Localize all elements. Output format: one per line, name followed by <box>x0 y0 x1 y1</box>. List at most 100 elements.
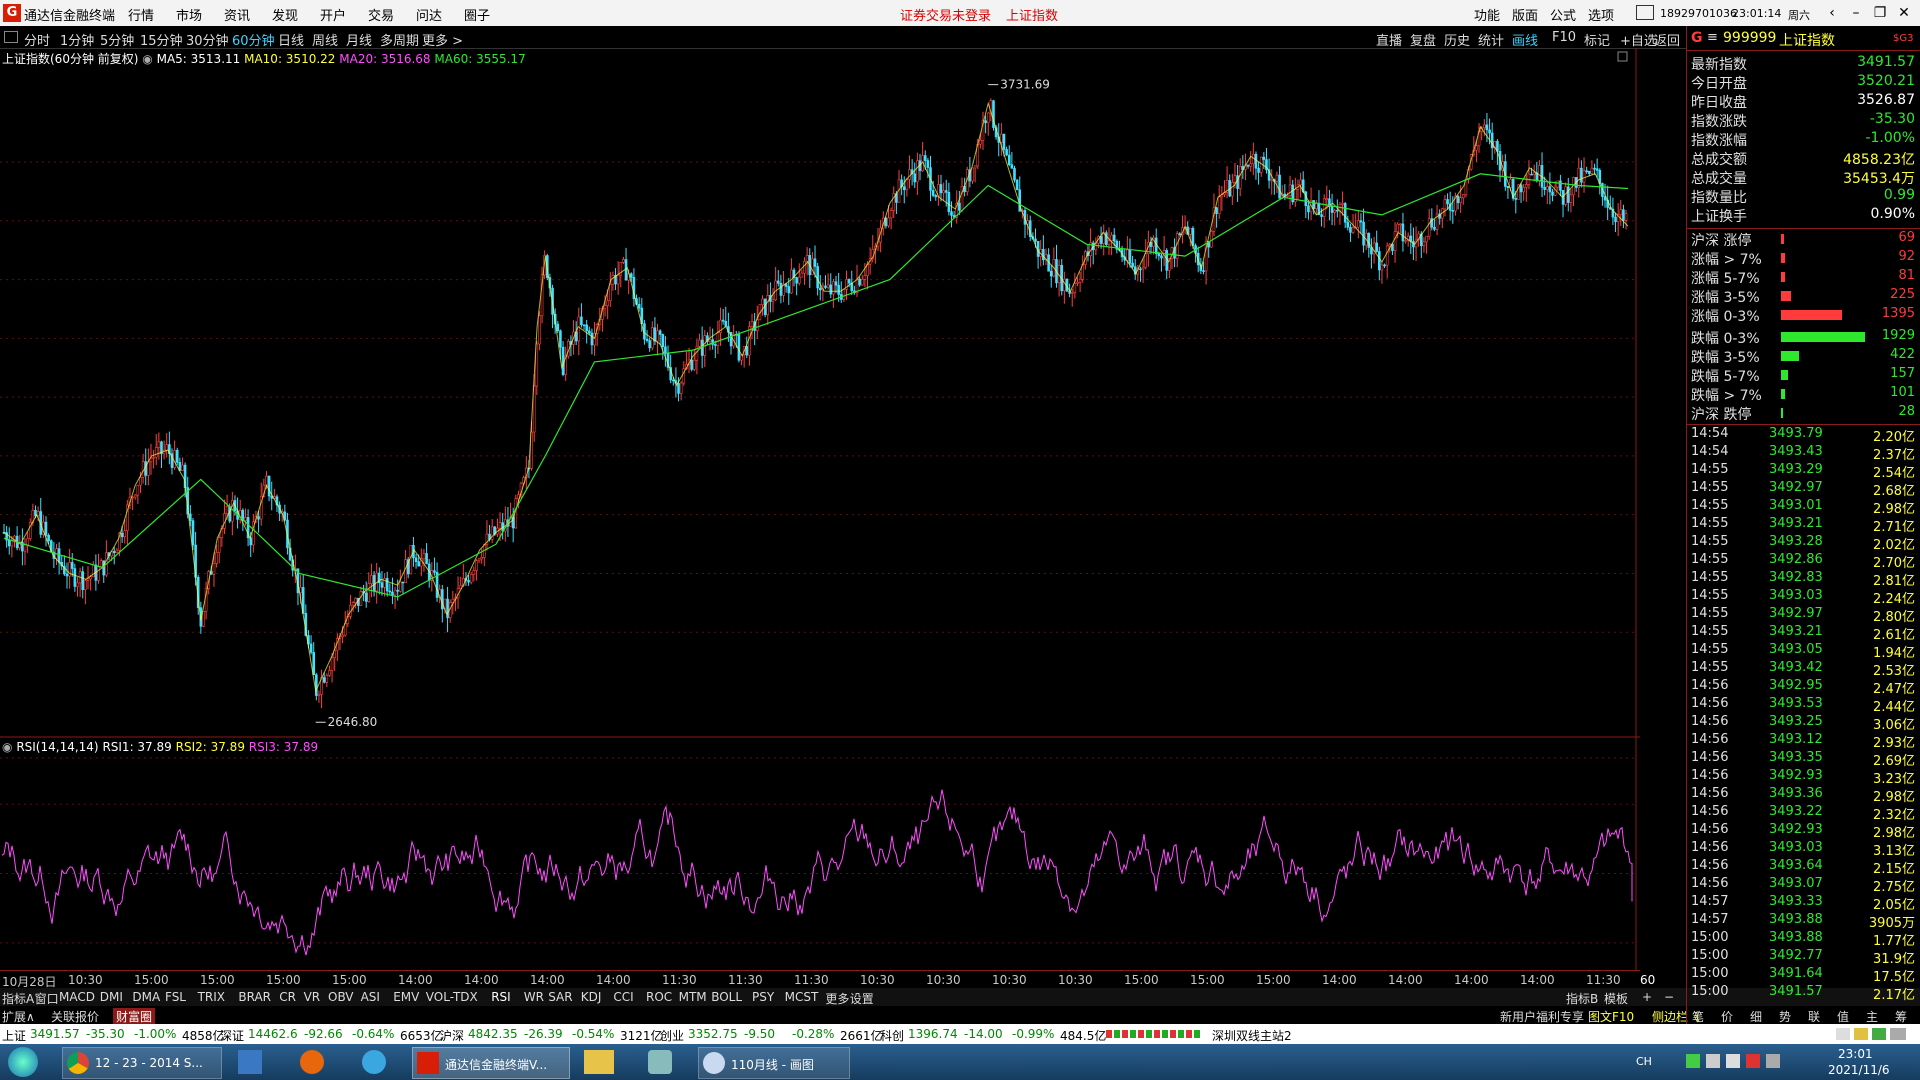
period-tab[interactable]: 30分钟 <box>186 30 229 49</box>
indicator-tab[interactable]: CR <box>279 990 296 1004</box>
toolbar-button[interactable]: 直播 <box>1376 30 1402 49</box>
menu-item[interactable]: 资讯 <box>224 5 250 24</box>
indicator-tab[interactable]: SAR <box>548 990 572 1004</box>
restore-icon[interactable]: ❐ <box>1870 4 1890 22</box>
indicator-right-button[interactable]: 模板 <box>1604 990 1628 1007</box>
toolbar-button[interactable]: +自选 <box>1620 30 1657 49</box>
indicator-tab[interactable]: KDJ <box>581 990 602 1004</box>
period-tab[interactable]: 60分钟 <box>232 30 275 49</box>
indicator-right-button[interactable]: − <box>1664 990 1674 1004</box>
right-menu-item[interactable]: 公式 <box>1550 5 1576 24</box>
folder-icon[interactable] <box>584 1050 614 1074</box>
eye-icon[interactable]: ◉ <box>142 52 152 66</box>
indicator-tab[interactable]: 设置 <box>850 990 874 1007</box>
indicator-tab[interactable]: BOLL <box>711 990 742 1004</box>
tray-date[interactable]: 2021/11/6 <box>1828 1063 1890 1077</box>
ext-tab[interactable]: 扩展∧ <box>2 1008 35 1025</box>
toolbar-button[interactable]: 统计 <box>1478 30 1504 49</box>
indicator-tab[interactable]: DMA <box>132 990 160 1004</box>
ticker-name[interactable]: 科创 <box>880 1027 904 1044</box>
indicator-tab[interactable]: EMV <box>393 990 419 1004</box>
menu-item[interactable]: 交易 <box>368 5 394 24</box>
ticker-name[interactable]: 上证 <box>2 1027 26 1044</box>
indicator-tab[interactable]: OBV <box>328 990 354 1004</box>
indicator-tab[interactable]: BRAR <box>238 990 271 1004</box>
minimize-icon[interactable]: – <box>1846 4 1866 22</box>
indicator-tab[interactable]: MCST <box>785 990 819 1004</box>
period-tab[interactable]: 多周期 <box>380 30 419 49</box>
app-pin-icon[interactable] <box>362 1050 386 1074</box>
indicator-tab[interactable]: ASI <box>361 990 380 1004</box>
indicator-tab[interactable]: PSY <box>752 990 774 1004</box>
indicator-tab[interactable]: CCI <box>613 990 633 1004</box>
toolbar-button[interactable]: F10 <box>1552 30 1576 45</box>
app-pin-icon-2[interactable] <box>648 1050 672 1074</box>
indicator-tab[interactable]: WR <box>524 990 544 1004</box>
rsi-chart[interactable]: 20.0050.0080.00100.00 <box>0 738 1640 970</box>
right-menu-item[interactable]: 选项 <box>1588 5 1614 24</box>
period-tab[interactable]: 1分钟 <box>60 30 94 49</box>
ext-right-link[interactable]: 图文F10 <box>1588 1008 1634 1025</box>
menu-item[interactable]: 发现 <box>272 5 298 24</box>
menu-item[interactable]: 圈子 <box>464 5 490 24</box>
ticker-name[interactable]: 创业 <box>660 1027 684 1044</box>
period-tab[interactable]: 分时 <box>24 30 50 49</box>
mail-icon[interactable] <box>1636 5 1654 20</box>
indicator-tab[interactable]: VR <box>304 990 321 1004</box>
tray-icons[interactable] <box>1686 1054 1806 1070</box>
eye-icon[interactable]: ◉ <box>2 740 12 754</box>
back-arrow-icon[interactable]: ‹ <box>1822 4 1842 22</box>
indicator-right-button[interactable]: 指标B <box>1566 990 1598 1007</box>
ime-indicator[interactable]: CH <box>1636 1055 1652 1068</box>
indicator-tab[interactable]: DMI <box>100 990 123 1004</box>
tray-time[interactable]: 23:01 <box>1838 1047 1873 1061</box>
explorer-pin-icon[interactable] <box>238 1050 262 1074</box>
indicator-tab[interactable]: RSI <box>491 990 511 1004</box>
taskbar-item-paint[interactable]: 110月线 - 画图 <box>698 1047 850 1079</box>
indicator-tab[interactable]: VOL-TDX <box>426 990 478 1004</box>
ext-tab[interactable]: 关联报价 <box>51 1008 99 1025</box>
indicator-right-button[interactable]: + <box>1642 990 1652 1004</box>
indicator-tab[interactable]: 更多 <box>825 990 849 1007</box>
toolbar-button[interactable]: 复盘 <box>1410 30 1436 49</box>
indicator-tab[interactable]: 指标A <box>2 990 34 1007</box>
right-menu-item[interactable]: 版面 <box>1512 5 1538 24</box>
server-station[interactable]: 深圳双线主站2 <box>1212 1027 1292 1044</box>
list-icon[interactable]: ≡ <box>1707 30 1718 45</box>
indicator-tab[interactable]: MACD <box>59 990 95 1004</box>
ticker-name[interactable]: 沪深 <box>440 1027 464 1044</box>
toolbar-button[interactable]: 标记 <box>1584 30 1610 49</box>
ext-tab[interactable]: 财富圈 <box>113 1008 156 1025</box>
indicator-tab[interactable]: TRIX <box>198 990 225 1004</box>
toolbar-button[interactable]: 历史 <box>1444 30 1470 49</box>
period-tab[interactable]: 日线 <box>278 30 304 49</box>
ext-right-link[interactable]: 新用户福利专享 <box>1500 1008 1584 1025</box>
toolbar-button[interactable]: 返回 <box>1654 30 1680 49</box>
candlestick-chart[interactable]: 2800290030003100320033003400350036003731… <box>0 48 1640 738</box>
menu-item[interactable]: 问达 <box>416 5 442 24</box>
indicator-tab[interactable]: ROC <box>646 990 672 1004</box>
taskbar-item-tdx[interactable]: 通达信金融终端V... <box>412 1047 570 1079</box>
taskbar-item-chrome[interactable]: 12 - 23 - 2014 S... <box>62 1047 222 1079</box>
close-icon[interactable]: ✕ <box>1894 4 1914 22</box>
period-tab[interactable]: 5分钟 <box>100 30 134 49</box>
panel-toggle-icon[interactable] <box>4 31 18 43</box>
period-tab[interactable]: 周线 <box>312 30 338 49</box>
menu-item[interactable]: 开户 <box>320 5 346 24</box>
expand-icon[interactable] <box>1617 51 1628 62</box>
period-tab[interactable]: 月线 <box>346 30 372 49</box>
period-tab[interactable]: 更多 > <box>422 30 463 49</box>
indicator-tab[interactable]: 窗口 <box>35 990 59 1007</box>
ticker-name[interactable]: 深证 <box>220 1027 244 1044</box>
trade-login-warning[interactable]: 证券交易未登录 <box>900 5 991 24</box>
right-menu-item[interactable]: 功能 <box>1474 5 1500 24</box>
menu-item[interactable]: 市场 <box>176 5 202 24</box>
indicator-tab[interactable]: FSL <box>165 990 186 1004</box>
menu-item[interactable]: 行情 <box>128 5 154 24</box>
firefox-icon[interactable] <box>300 1050 324 1074</box>
period-tab[interactable]: 15分钟 <box>140 30 183 49</box>
start-button-icon[interactable] <box>8 1047 38 1077</box>
indicator-tab[interactable]: MTM <box>679 990 707 1004</box>
status-icons[interactable] <box>1836 1028 1906 1040</box>
toolbar-button[interactable]: 画线 <box>1512 30 1538 49</box>
